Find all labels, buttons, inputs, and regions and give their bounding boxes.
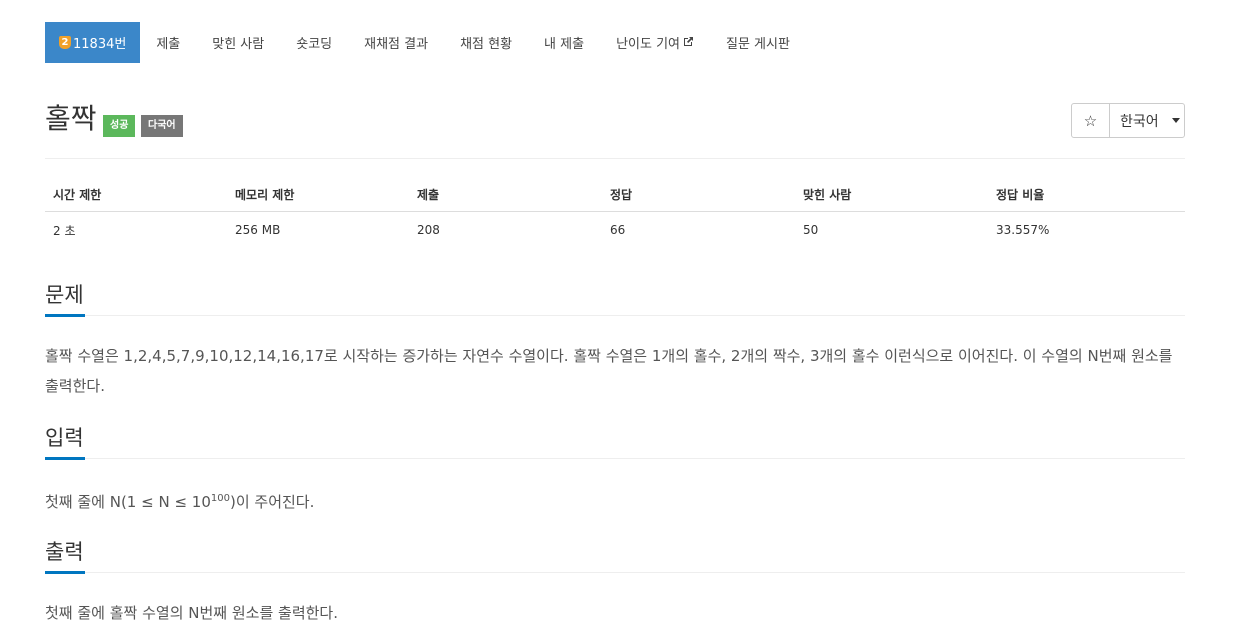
description-header: 문제 [45, 280, 1185, 317]
header-button-group: ☆ 한국어 [1071, 103, 1185, 138]
tab-rejudge-results[interactable]: 재채점 결과 [348, 22, 444, 63]
header-solved-users: 맞힌 사람 [795, 177, 988, 212]
output-body: 첫째 줄에 홀짝 수열의 N번째 원소를 출력한다. [45, 604, 338, 622]
description-title: 문제 [45, 283, 84, 307]
tab-problem[interactable]: 2 11834번 [45, 22, 141, 63]
success-badge: 성공 [103, 115, 136, 137]
tab-submit[interactable]: 제출 [140, 22, 196, 63]
language-label: 한국어 [1120, 113, 1159, 130]
star-button[interactable]: ☆ [1072, 104, 1110, 137]
output-section: 출력 첫째 줄에 홀짝 수열의 N번째 원소를 출력한다. [45, 537, 1185, 628]
cell-solved-users: 50 [803, 223, 819, 237]
external-link-icon [683, 36, 694, 50]
tab-difficulty-contribution[interactable]: 난이도 기여 [600, 22, 710, 63]
cell-memory-limit: 256 MB [235, 223, 281, 237]
header-accepted: 정답 [602, 177, 795, 212]
header-accept-ratio: 정답 비율 [988, 177, 1185, 212]
language-select[interactable]: 한국어 [1110, 104, 1184, 137]
tab-status[interactable]: 채점 현황 [444, 22, 528, 63]
table-header-row: 시간 제한 메모리 제한 제출 정답 맞힌 사람 정답 비율 [45, 177, 1185, 212]
multilang-badge: 다국어 [141, 115, 183, 137]
problem-info-table: 시간 제한 메모리 제한 제출 정답 맞힌 사람 정답 비율 2 초 256 M… [45, 177, 1185, 248]
header-submissions: 제출 [409, 177, 602, 212]
problem-title: 홀짝 [45, 102, 97, 135]
tier-icon: 2 [59, 36, 71, 49]
input-body-exponent: 100 [210, 493, 230, 504]
input-body-suffix: )이 주어진다. [229, 493, 315, 511]
input-body-prefix: 첫째 줄에 N(1 ≤ N ≤ 10 [45, 493, 211, 511]
problem-menu: 2 11834번 제출 맞힌 사람 숏코딩 재채점 결과 채점 현황 내 제출 … [45, 22, 806, 63]
section-underline [45, 457, 85, 460]
input-title: 입력 [45, 426, 84, 450]
tab-solved-users[interactable]: 맞힌 사람 [196, 22, 280, 63]
cell-accept-ratio: 33.557% [996, 223, 1050, 237]
input-body: 첫째 줄에 N(1 ≤ N ≤ 10100)이 주어진다. [45, 484, 1185, 517]
output-title: 출력 [45, 540, 84, 564]
cell-accepted: 66 [610, 223, 626, 237]
tab-short-coding[interactable]: 숏코딩 [280, 22, 348, 63]
caret-down-icon [1171, 118, 1180, 123]
section-underline [45, 571, 85, 574]
description-section: 문제 홀짝 수열은 1,2,4,5,7,9,10,12,14,16,17로 시작… [45, 280, 1185, 401]
header-memory-limit: 메모리 제한 [227, 177, 409, 212]
input-section: 입력 첫째 줄에 N(1 ≤ N ≤ 10100)이 주어진다. [45, 423, 1185, 517]
tab-qna-board[interactable]: 질문 게시판 [710, 22, 806, 63]
table-row: 2 초 256 MB 208 66 50 33.557% [45, 212, 1185, 249]
cell-submissions: 208 [417, 223, 440, 237]
cell-time-limit: 2 초 [53, 223, 76, 238]
tab-difficulty-label: 난이도 기여 [616, 37, 680, 52]
section-underline [45, 314, 85, 317]
tab-my-submissions[interactable]: 내 제출 [528, 22, 600, 63]
header-time-limit: 시간 제한 [45, 177, 227, 212]
description-body: 홀짝 수열은 1,2,4,5,7,9,10,12,14,16,17로 시작하는 … [45, 347, 1173, 395]
output-header: 출력 [45, 537, 1185, 574]
input-header: 입력 [45, 423, 1185, 460]
problem-header: 홀짝 성공 다국어 ☆ 한국어 [45, 98, 1185, 159]
star-icon: ☆ [1083, 111, 1098, 130]
problem-number: 11834번 [73, 37, 127, 52]
